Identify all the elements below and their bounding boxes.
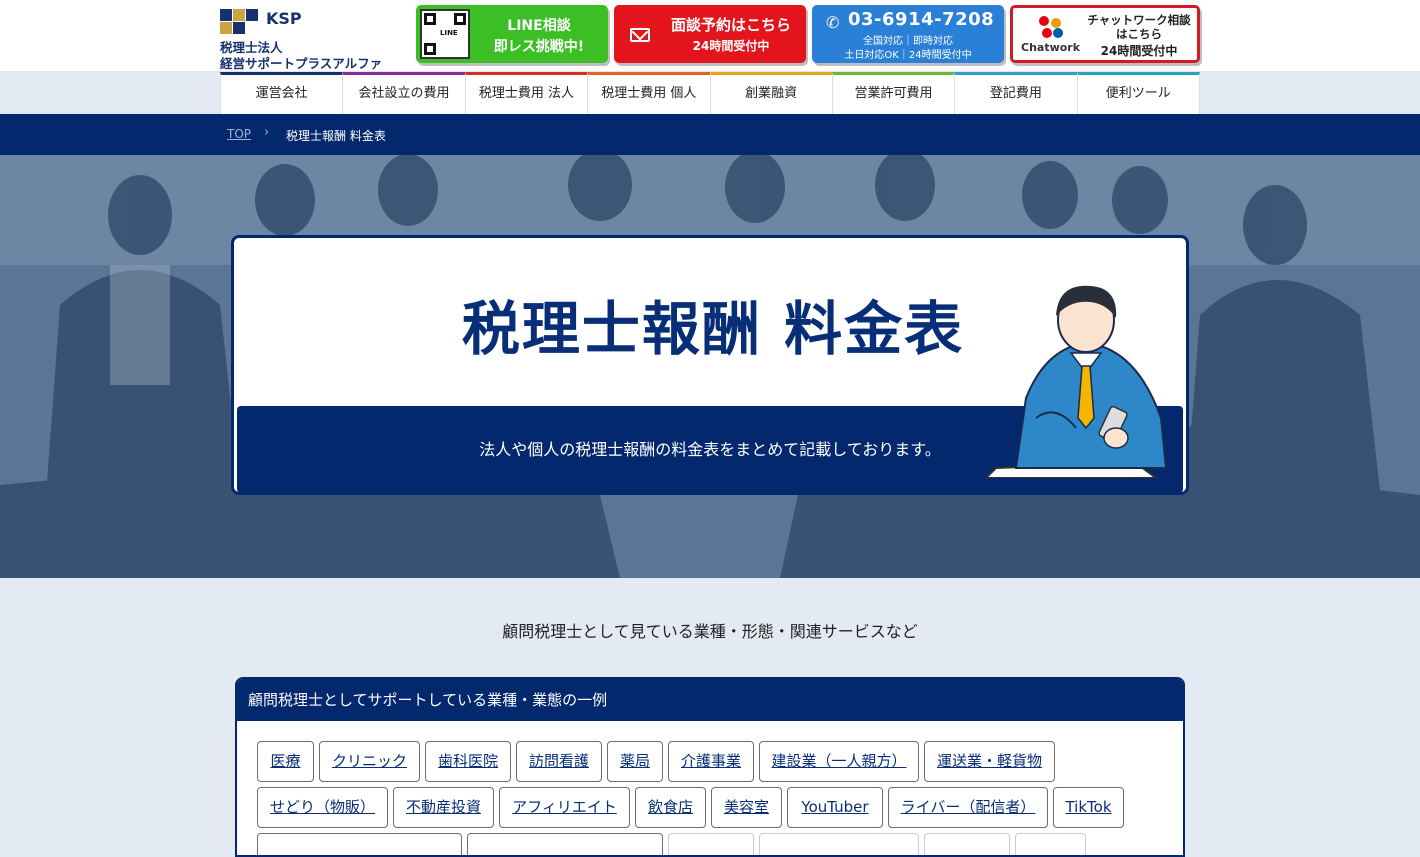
industry-tag[interactable]: 美容室 [711, 787, 782, 828]
industry-tag[interactable] [759, 833, 919, 855]
nav-item-business-license[interactable]: 営業許可費用 [831, 72, 955, 114]
industry-tag[interactable]: 薬局 [607, 741, 663, 782]
global-nav: 運営会社 会社設立の費用 税理士費用 法人 税理士費用 個人 創業融資 営業許可… [220, 72, 1200, 114]
industry-tag[interactable]: YouTuber [787, 787, 883, 828]
logo-brand: KSP [266, 9, 302, 28]
chatwork-consult-button[interactable]: Chatwork チャットワーク相談 はこちら 24時間受付中 [1010, 5, 1200, 63]
phone-note-2: 土日対応OK｜24時間受付中 [844, 50, 972, 61]
chatwork-logo-icon [1039, 16, 1065, 40]
industry-tag[interactable]: せどり（物販） [257, 787, 388, 828]
breadcrumb-top-link[interactable]: TOP [227, 127, 251, 141]
mail-cta-title: 面談予約はこちら [670, 16, 791, 34]
logo-mark-icon [220, 7, 262, 35]
industry-panel-title: 顧問税理士としてサポートしている業種・業態の一例 [237, 679, 1183, 721]
nav-item-incorporation-cost[interactable]: 会社設立の費用 [342, 72, 465, 114]
industry-tag[interactable] [257, 833, 462, 855]
industry-tag[interactable]: 飲食店 [635, 787, 706, 828]
industry-tag[interactable]: ライバー（配信者） [888, 787, 1048, 828]
industry-tag[interactable] [467, 833, 663, 855]
industry-tag[interactable]: 運送業・軽貨物 [924, 741, 1055, 782]
industry-tag[interactable]: 歯科医院 [425, 741, 511, 782]
hero-banner: 税理士報酬 料金表 法人や個人の税理士報酬の料金表をまとめて記載しております。 [0, 155, 1420, 578]
logo-line2: 経営サポートプラスアルファ [220, 56, 383, 71]
nav-item-startup-loan[interactable]: 創業融資 [709, 72, 832, 114]
nav-item-company[interactable]: 運営会社 [220, 72, 343, 114]
meeting-reservation-button[interactable]: 面談予約はこちら 24時間受付中 [614, 5, 806, 63]
line-consult-button[interactable]: LINE LINE相談 即レス挑戦中! [416, 5, 608, 63]
industry-tag[interactable]: クリニック [319, 741, 420, 782]
phone-number: 03-6914-7208 [848, 9, 995, 30]
industry-tag[interactable] [924, 833, 1010, 855]
hero-card: 税理士報酬 料金表 法人や個人の税理士報酬の料金表をまとめて記載しております。 [231, 235, 1189, 495]
nav-item-registration-cost[interactable]: 登記費用 [954, 72, 1077, 114]
site-logo[interactable]: KSP 税理士法人 経営サポートプラスアルファ [220, 5, 400, 71]
phone-note-1: 全国対応｜即時対応 [863, 36, 953, 47]
section-intro: 顧問税理士として見ている業種・形態・関連サービスなど [502, 622, 918, 641]
line-cta-sub: 即レス挑戦中! [493, 39, 585, 55]
mail-cta-sub: 24時間受付中 [692, 39, 770, 53]
chatwork-cta-line2: はこちら [1116, 27, 1162, 41]
industry-tag[interactable]: 不動産投資 [393, 787, 494, 828]
industry-tag[interactable]: 医療 [257, 741, 314, 782]
phone-button[interactable]: ✆ 03-6914-7208 全国対応｜即時対応 土日対応OK｜24時間受付中 [812, 5, 1004, 63]
phone-icon: ✆ [826, 13, 840, 32]
chatwork-brand: Chatwork [1021, 41, 1081, 54]
industry-tag[interactable] [1015, 833, 1086, 855]
breadcrumb: TOP › 税理士報酬 料金表 [0, 114, 1420, 155]
industry-tag[interactable]: TikTok [1053, 787, 1124, 828]
nav-item-tools[interactable]: 便利ツール [1076, 72, 1200, 114]
mail-icon [630, 28, 650, 42]
industry-tag[interactable]: 訪問看護 [516, 741, 602, 782]
chatwork-cta-line1: チャットワーク相談 [1087, 13, 1191, 27]
chatwork-cta-sub: 24時間受付中 [1100, 44, 1178, 58]
businessman-illustration-icon [986, 285, 1168, 478]
industry-tag[interactable] [668, 833, 754, 855]
breadcrumb-current: 税理士報酬 料金表 [286, 129, 386, 143]
industry-tag[interactable]: 介護事業 [668, 741, 754, 782]
site-header: KSP 税理士法人 経営サポートプラスアルファ LINE LINE相談 即レス挑… [0, 0, 1420, 72]
chatwork-cta-title: チャットワーク相談 はこちら [1079, 13, 1199, 41]
chevron-right-icon: › [264, 125, 270, 140]
nav-item-tax-fee-individual[interactable]: 税理士費用 個人 [587, 72, 710, 114]
line-cta-title: LINE相談 [507, 18, 571, 34]
line-qr-code: LINE [420, 9, 470, 59]
nav-item-tax-fee-corporate[interactable]: 税理士費用 法人 [464, 72, 588, 114]
industry-tag[interactable]: 建設業（一人親方） [759, 741, 919, 782]
industry-tag[interactable]: アフィリエイト [499, 787, 630, 828]
industry-panel: 顧問税理士としてサポートしている業種・業態の一例 医療 クリニック 歯科医院 訪… [235, 677, 1185, 857]
